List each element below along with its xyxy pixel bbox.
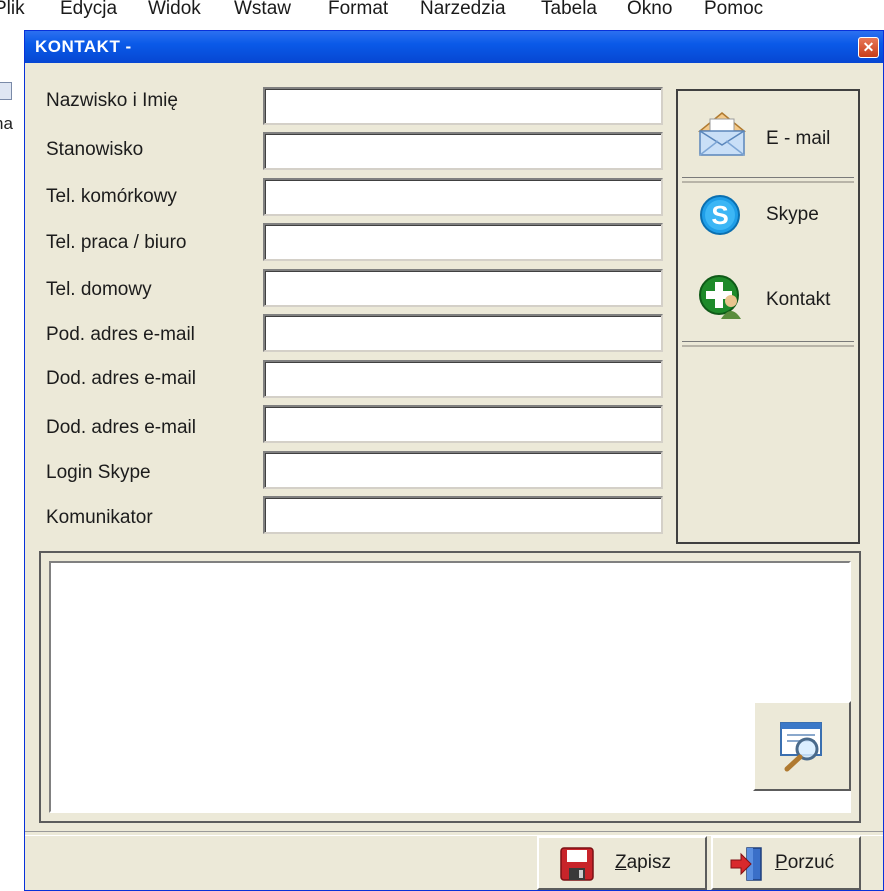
save-button-label: Zapisz bbox=[615, 852, 671, 873]
email-button-label: E - mail bbox=[766, 128, 831, 149]
label-primary-email: Pod. adres e-mail bbox=[46, 324, 195, 345]
email-button[interactable]: E - mail bbox=[682, 95, 854, 175]
save-button[interactable]: Zapisz bbox=[537, 836, 707, 890]
background-text-fragment: na bbox=[0, 114, 13, 133]
dialog-title: KONTAKT - bbox=[35, 37, 132, 56]
skype-login-field[interactable] bbox=[263, 451, 663, 489]
menu-item-insert[interactable]: Wstaw bbox=[234, 0, 291, 20]
cancel-button[interactable]: Porzuć bbox=[711, 836, 861, 890]
menu-item-format[interactable]: Format bbox=[328, 0, 388, 20]
contact-button-label: Kontakt bbox=[766, 289, 831, 310]
label-position: Stanowisko bbox=[46, 139, 144, 160]
add-contact-icon bbox=[699, 275, 741, 319]
close-button[interactable]: ✕ bbox=[858, 37, 879, 58]
envelope-icon bbox=[697, 112, 747, 156]
menu-item-table[interactable]: Tabela bbox=[541, 0, 597, 20]
position-field[interactable] bbox=[263, 132, 663, 170]
work-phone-field[interactable] bbox=[263, 223, 663, 261]
preview-button[interactable] bbox=[753, 701, 851, 791]
mobile-phone-field[interactable] bbox=[263, 178, 663, 216]
skype-icon: S bbox=[700, 195, 740, 235]
menu-item-window[interactable]: Okno bbox=[627, 0, 672, 20]
close-icon: ✕ bbox=[862, 39, 875, 55]
notes-frame bbox=[39, 551, 861, 823]
cancel-button-label: Porzuć bbox=[775, 852, 835, 873]
additional-email-field-2[interactable] bbox=[263, 405, 663, 443]
label-skype-login: Login Skype bbox=[46, 462, 151, 483]
home-phone-field[interactable] bbox=[263, 269, 663, 307]
primary-email-field[interactable] bbox=[263, 314, 663, 352]
label-full-name: Nazwisko i Imię bbox=[46, 90, 178, 111]
magnifier-document-icon bbox=[780, 722, 822, 772]
title-bar[interactable]: KONTAKT - ✕ bbox=[25, 31, 883, 63]
skype-icon-letter: S bbox=[711, 200, 728, 230]
label-additional-email-2: Dod. adres e-mail bbox=[46, 417, 196, 438]
action-panel: E - mail S Skype Kontakt bbox=[676, 89, 860, 544]
label-home-phone: Tel. domowy bbox=[46, 279, 152, 300]
toolbar-icon[interactable] bbox=[0, 82, 12, 100]
contact-dialog: KONTAKT - ✕ Nazwisko i Imię Stanowisko T… bbox=[24, 30, 884, 891]
menu-item-file[interactable]: Plik bbox=[0, 0, 25, 20]
label-messenger: Komunikator bbox=[46, 507, 153, 528]
floppy-disk-icon bbox=[560, 847, 594, 881]
action-divider bbox=[682, 341, 854, 347]
skype-button-label: Skype bbox=[766, 204, 819, 225]
skype-button[interactable]: S Skype bbox=[682, 183, 854, 263]
menu-item-help[interactable]: Pomoc bbox=[704, 0, 763, 20]
notes-textarea[interactable] bbox=[49, 561, 851, 813]
label-work-phone: Tel. praca / biuro bbox=[46, 232, 187, 253]
contact-button[interactable]: Kontakt bbox=[682, 263, 854, 343]
menu-item-tools[interactable]: Narzedzia bbox=[420, 0, 506, 20]
full-name-field[interactable] bbox=[263, 87, 663, 125]
exit-door-icon bbox=[730, 847, 762, 881]
messenger-field[interactable] bbox=[263, 496, 663, 534]
label-mobile-phone: Tel. komórkowy bbox=[46, 186, 177, 207]
menu-item-edit[interactable]: Edycja bbox=[60, 0, 117, 20]
additional-email-field-1[interactable] bbox=[263, 360, 663, 398]
background-left-strip: na bbox=[0, 36, 24, 891]
label-additional-email-1: Dod. adres e-mail bbox=[46, 368, 196, 389]
menu-item-view[interactable]: Widok bbox=[148, 0, 201, 20]
